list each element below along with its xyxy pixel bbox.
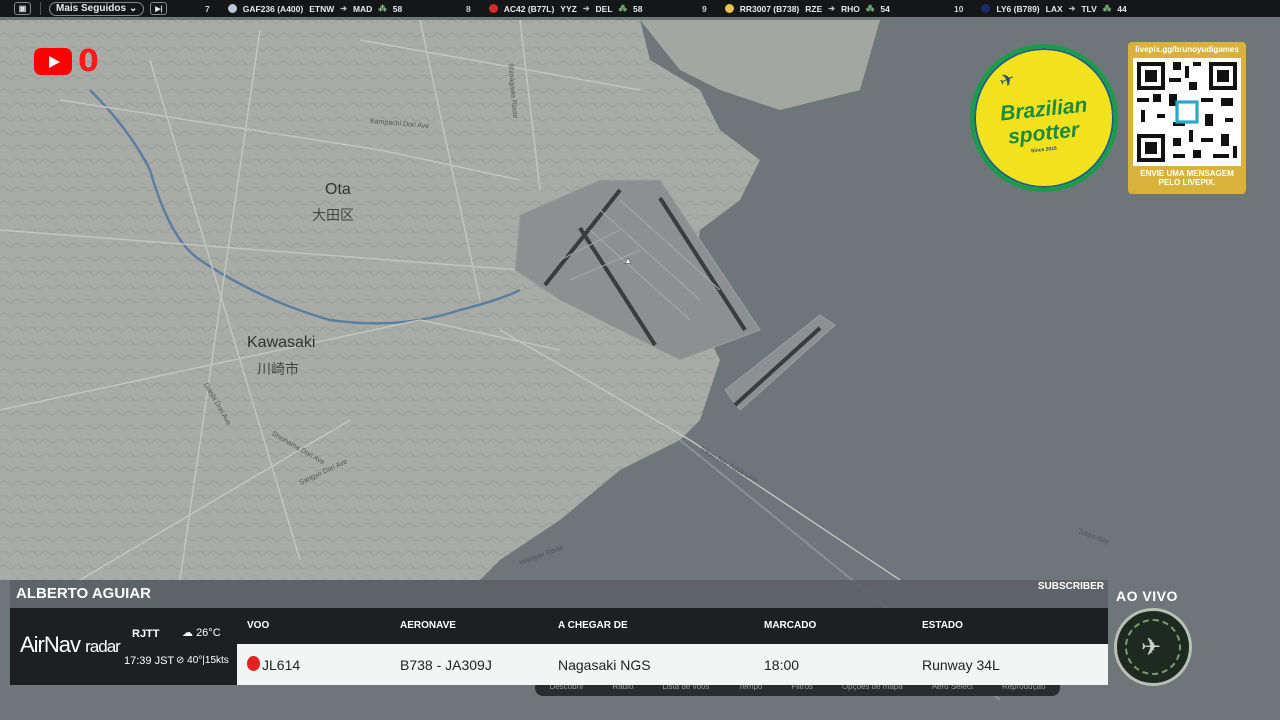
airnav-flight-panel: AirNav radar RJTT 17:39 JST ☁ 26°C ⊘ 40°…: [10, 608, 1108, 685]
brand-name: AirNav: [20, 632, 81, 657]
ticker-item[interactable]: 9 RR3007 (B738) RZE ➔ RHO ⁂ 54: [702, 0, 890, 17]
youtube-icon: [34, 48, 72, 75]
ticker-flight: LY6 (B789): [996, 3, 1040, 14]
brand-sub: radar: [85, 637, 121, 656]
header-aircraft: AERONAVE: [400, 620, 456, 631]
followers-icon: ⁂: [1102, 3, 1112, 13]
header-flight: VOO: [247, 620, 270, 631]
subscriber-bar: ALBERTO AGUIAR SUBSCRIBER: [10, 580, 1108, 608]
weather-wind: ⊘ 40°|15kts: [176, 655, 229, 666]
header-arriving: A CHEGAR DE: [558, 620, 628, 631]
ticker-item[interactable]: 7 GAF236 (A400) ETNW ➔ MAD ⁂ 58: [205, 0, 402, 17]
ticker-flight: AC42 (B77L): [503, 3, 555, 14]
channel-mascot-logo: [1114, 608, 1192, 686]
ticker-flight: GAF236 (A400): [242, 3, 304, 14]
ticker-to: RHO: [840, 3, 860, 14]
weather-temp: ☁ 26°C: [182, 626, 221, 639]
ticker-to: MAD: [352, 3, 373, 14]
window-icon[interactable]: ▣: [14, 2, 31, 15]
mascot-inner-icon: [1125, 619, 1181, 675]
skip-icon[interactable]: ▶|: [150, 2, 168, 15]
ticker-rank: 7: [205, 3, 210, 14]
ticker-to: DEL: [595, 3, 613, 14]
arrow-right-icon: ➔: [828, 4, 835, 13]
subscriber-label: SUBSCRIBER: [1037, 581, 1104, 592]
brazilian-spotter-logo: ✈ Brazilian spotter Since 2016: [970, 44, 1118, 192]
top-ticker-bar: ▣ Mais Seguidos ⌄ ▶| 7 GAF236 (A400) ETNW ➔…: [0, 0, 1280, 17]
map-label-kawasaki-jp: 川崎市: [257, 361, 299, 377]
followers-icon: ⁂: [865, 3, 875, 13]
ticker-from: YYZ: [560, 3, 577, 14]
chevron-down-icon: ⌄: [129, 3, 138, 14]
ticker-from: LAX: [1045, 3, 1063, 14]
livepix-message: ENVIE UMA MENSAGEM PELO LIVEPIX.: [1140, 169, 1234, 187]
followers-icon: ⁂: [378, 3, 387, 13]
airline-logo-icon: [981, 4, 991, 13]
map-label-ota: Ota: [325, 181, 351, 198]
wind-value: 40°|15kts: [187, 655, 229, 666]
airplane-icon: ✈: [996, 67, 1019, 93]
header-scheduled: MARCADO: [764, 620, 817, 631]
ticker-rank: 9: [702, 3, 707, 14]
origin-airport: Nagasaki NGS: [558, 657, 651, 673]
ticker-to: TLV: [1081, 3, 1097, 14]
ticker-count: 54: [880, 3, 890, 14]
live-label: AO VIVO: [1116, 588, 1178, 604]
airnav-logo: AirNav radar: [20, 632, 121, 658]
scheduled-time: 18:00: [764, 657, 800, 673]
local-time: 17:39 JST: [124, 655, 175, 667]
stream-screen: Ota 大田区 Kawasaki 川崎市 Kampachi Dori Ave To…: [0, 0, 1280, 720]
ticker-count: 58: [392, 3, 403, 14]
filter-select[interactable]: Mais Seguidos ⌄: [49, 1, 145, 16]
airline-logo-icon: [227, 4, 237, 13]
ticker-rank: 10: [954, 3, 964, 14]
map-label-ota-jp: 大田区: [312, 207, 354, 223]
livepix-url: livepix.gg/brunoyudigames: [1135, 45, 1239, 54]
flight-number: JL614: [262, 657, 301, 673]
jal-logo-icon: [247, 656, 260, 671]
arrow-right-icon: ➔: [582, 4, 590, 13]
ticker-count: 58: [633, 3, 643, 14]
ticker-from: ETNW: [309, 3, 335, 14]
livepix-qr-panel[interactable]: livepix.gg/brunoyudigames ENVIE UMA MENS…: [1128, 42, 1246, 194]
header-status: ESTADO: [922, 620, 963, 631]
airline-logo-icon: [488, 4, 498, 13]
subscriber-name: ALBERTO AGUIAR: [16, 585, 151, 602]
cloud-icon: ☁: [182, 627, 193, 639]
followers-icon: ⁂: [618, 3, 628, 13]
qr-code: [1133, 58, 1241, 166]
temperature-value: 26°C: [196, 627, 221, 639]
ticker-item[interactable]: 10 LY6 (B789) LAX ➔ TLV ⁂ 44: [954, 0, 1127, 17]
youtube-counter: 0: [34, 44, 99, 79]
airport-code: RJTT: [132, 628, 160, 640]
divider: [40, 2, 41, 15]
airline-logo-icon: [724, 4, 734, 13]
aircraft-type: B738 - JA309J: [400, 657, 492, 673]
ticker-item[interactable]: 8 AC42 (B77L) YYZ ➔ DEL ⁂ 58: [466, 0, 642, 17]
map-label-kawasaki: Kawasaki: [247, 334, 316, 351]
ticker-flight: RR3007 (B738): [739, 3, 800, 14]
ticker-rank: 8: [466, 3, 471, 14]
ticker-from: RZE: [805, 3, 823, 14]
arrow-right-icon: ➔: [340, 4, 347, 13]
ticker-count: 44: [1117, 3, 1127, 14]
filter-select-label: Mais Seguidos: [56, 3, 127, 14]
youtube-count: 0: [78, 44, 99, 79]
arrow-right-icon: ➔: [1068, 4, 1076, 13]
flight-row[interactable]: JL614 B738 - JA309J Nagasaki NGS 18:00 R…: [237, 644, 1108, 685]
flight-status: Runway 34L: [922, 657, 1000, 673]
compass-icon: ⊘: [176, 655, 185, 666]
